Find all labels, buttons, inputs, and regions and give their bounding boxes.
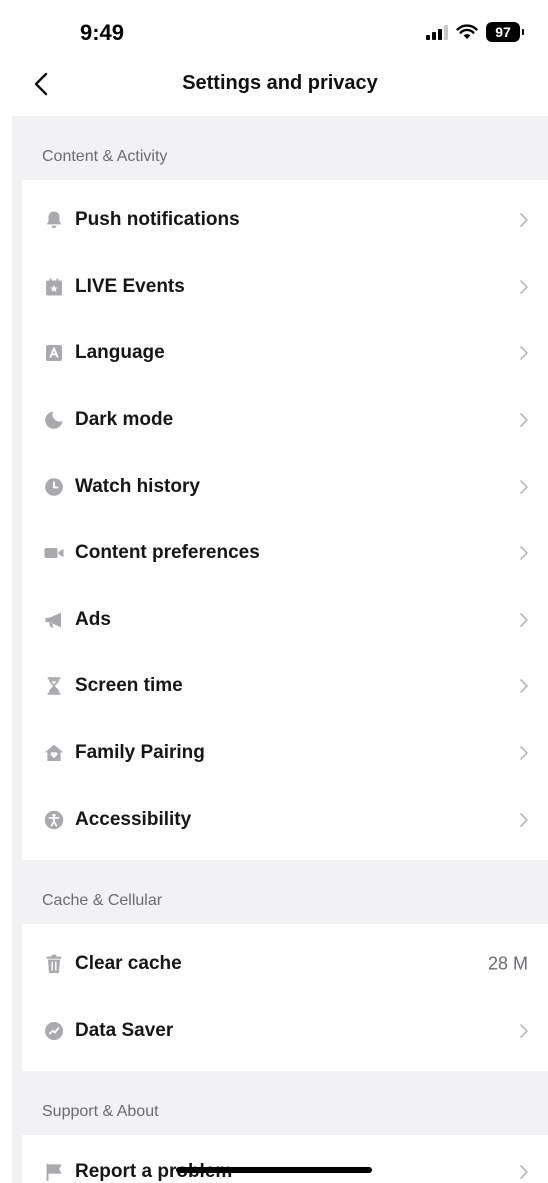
bell-icon (43, 209, 65, 231)
data-saver-icon (43, 1020, 65, 1042)
settings-row-label: Content preferences (75, 542, 260, 564)
cellular-signal-icon (426, 24, 448, 40)
video-camera-icon (43, 542, 65, 564)
settings-row-label: Clear cache (75, 953, 182, 975)
settings-row-live-events[interactable]: LIVE Events (22, 254, 548, 321)
section-header-content-activity: Content & Activity (42, 148, 168, 165)
chevron-right-icon (520, 546, 528, 561)
wifi-icon (456, 24, 478, 39)
chevron-right-icon (520, 1165, 528, 1180)
section-header-cache-cellular: Cache & Cellular (42, 892, 163, 909)
status-time: 9:49 (80, 20, 125, 45)
settings-row-label: Family Pairing (75, 742, 205, 764)
settings-row-label: Screen time (75, 675, 183, 697)
settings-row-label: Language (75, 342, 165, 364)
chevron-right-icon (520, 346, 528, 361)
battery-level: 97 (495, 24, 511, 40)
chevron-right-icon (520, 413, 528, 427)
chevron-right-icon (520, 1024, 528, 1038)
chevron-right-icon (520, 479, 528, 494)
chevron-right-icon (520, 679, 528, 694)
chevron-right-icon (520, 746, 528, 760)
hourglass-icon (43, 675, 65, 697)
battery-icon: 97 (486, 22, 524, 42)
settings-row-accessibility[interactable]: Accessibility (22, 786, 548, 853)
settings-row-screen-time[interactable]: Screen time (22, 653, 548, 720)
chevron-right-icon (520, 613, 528, 627)
clock-icon (43, 476, 65, 498)
chevron-right-icon (520, 280, 528, 294)
cache-size-value: 28 M (487, 953, 528, 974)
section-header-support-about: Support & About (42, 1103, 159, 1120)
settings-row-dark-mode[interactable]: Dark mode (22, 387, 548, 454)
chevron-right-icon (520, 812, 528, 827)
settings-row-language[interactable]: Language (22, 320, 548, 387)
settings-row-label: Watch history (75, 475, 200, 497)
settings-row-label: Data Saver (75, 1019, 174, 1041)
settings-screen: 9:49 97 Settings and privacy Content & A… (12, 0, 548, 1183)
settings-row-label: LIVE Events (75, 275, 185, 297)
settings-row-data-saver[interactable]: Data Saver (22, 998, 548, 1065)
language-icon (43, 342, 65, 364)
megaphone-icon (43, 609, 65, 631)
calendar-icon (43, 276, 65, 298)
top-bar: 9:49 97 Settings and privacy (12, 0, 548, 116)
settings-row-content-preferences[interactable]: Content preferences (22, 520, 548, 587)
support-about-card: Report a problem (22, 1135, 548, 1183)
settings-row-label: Accessibility (75, 808, 192, 830)
cache-cellular-card: Clear cache 28 M Data Saver (22, 924, 548, 1071)
trash-icon (43, 953, 65, 975)
accessibility-icon (43, 809, 65, 831)
settings-row-label: Push notifications (75, 209, 240, 231)
flag-icon (43, 1161, 65, 1183)
settings-row-watch-history[interactable]: Watch history (22, 453, 548, 520)
content-activity-card: Push notifications LIVE Events Language … (22, 180, 548, 860)
settings-row-label: Dark mode (75, 409, 174, 431)
settings-row-ads[interactable]: Ads (22, 587, 548, 654)
home-indicator (176, 1167, 372, 1173)
chevron-right-icon (520, 213, 528, 228)
settings-row-family-pairing[interactable]: Family Pairing (22, 720, 548, 787)
house-heart-icon (43, 742, 65, 764)
moon-icon (43, 409, 65, 431)
status-icons: 97 (426, 22, 524, 42)
settings-row-push-notifications[interactable]: Push notifications (22, 187, 548, 254)
settings-row-report-problem[interactable]: Report a problem (22, 1139, 548, 1183)
settings-row-clear-cache[interactable]: Clear cache 28 M (22, 931, 548, 998)
settings-row-label: Ads (75, 608, 111, 630)
page-title: Settings and privacy (182, 72, 378, 94)
